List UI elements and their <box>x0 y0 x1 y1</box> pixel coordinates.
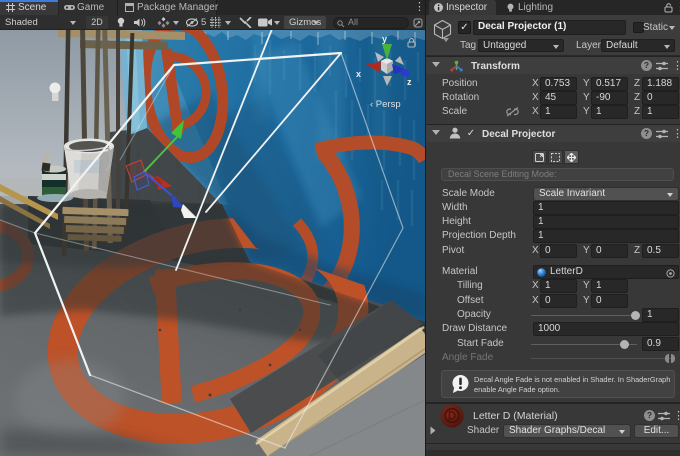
svg-text:z: z <box>407 77 412 87</box>
svg-text:x: x <box>356 69 361 79</box>
svg-text:‹ Persp: ‹ Persp <box>370 99 401 110</box>
svg-text:y: y <box>382 34 387 44</box>
